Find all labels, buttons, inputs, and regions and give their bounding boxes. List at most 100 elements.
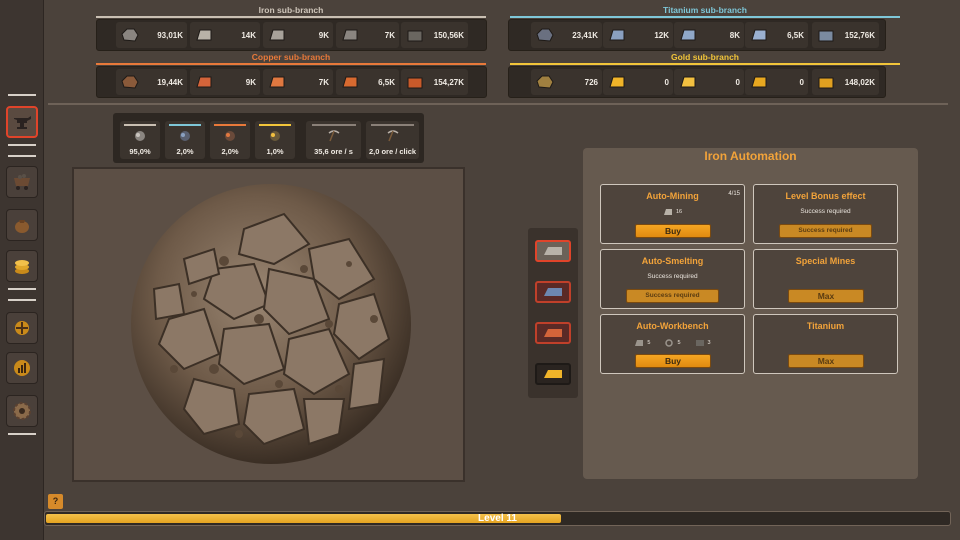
auto-workbench-buy-button[interactable]: Buy (635, 354, 711, 368)
resource-value: 19,44K (157, 77, 183, 87)
sidebar-divider (8, 155, 36, 157)
sidebar-item-settings[interactable] (6, 395, 38, 427)
cost-value: 16 (675, 209, 683, 215)
level-bonus-card: Level Bonus effect Success required Succ… (753, 184, 898, 244)
chance-value: 2,0% (176, 147, 194, 156)
gold-resource-item: 0 (603, 69, 673, 95)
titanium-branch-line (510, 16, 900, 18)
card-subtitle: Success required (800, 208, 851, 215)
help-button[interactable]: ? (48, 494, 63, 509)
pickaxe-icon (328, 130, 339, 142)
sidebar-divider (8, 299, 36, 301)
auto-mining-buy-button[interactable]: Buy (635, 224, 711, 238)
copper-branch-title: Copper sub-branch (251, 52, 331, 62)
sidebar-item-stats[interactable] (6, 352, 38, 384)
cost-value: 3 (707, 340, 711, 346)
level-bonus-button[interactable]: Success required (779, 224, 872, 238)
chance-gold: 1,0% (255, 121, 295, 159)
resource-value: 7K (318, 77, 329, 87)
chance-value: 1,0% (266, 147, 284, 156)
sidebar-item-coins[interactable] (6, 250, 38, 282)
chance-bar (214, 124, 246, 126)
sidebar-divider (8, 288, 36, 290)
titanium-ore-icon (536, 28, 554, 42)
copper-branch-line (96, 63, 486, 65)
automation-panel: Iron Automation Auto-Mining 4/15 16 Buy … (583, 148, 918, 479)
ore-rock[interactable] (74, 169, 463, 480)
automation-title: Iron Automation (704, 149, 797, 163)
auto-workbench-card: Auto-Workbench 5 5 3 Buy (600, 314, 745, 374)
select-iron-ingot[interactable] (535, 240, 571, 262)
gold-chest-icon (818, 77, 834, 89)
copper-ingot-icon (196, 76, 212, 88)
cost-item: 16 (663, 208, 682, 216)
sidebar-item-ore-bag[interactable] (6, 209, 38, 241)
gold-ingot-icon (609, 76, 625, 88)
sidebar-item-forge[interactable] (6, 106, 38, 138)
mining-area (72, 167, 465, 482)
iron-branch-line (96, 16, 486, 18)
titanium-resource-item: 152,76K (812, 22, 879, 48)
resource-value: 23,41K (572, 30, 598, 40)
titanium-resource-item: 8K (674, 22, 744, 48)
chance-bar (259, 124, 291, 126)
copper-resource-item: 19,44K (116, 69, 187, 95)
pickaxe-icon (387, 130, 398, 142)
top-divider (48, 103, 948, 105)
titanium-ingot-icon (609, 29, 625, 41)
iron-crate-icon (407, 30, 423, 42)
iron-resource-item: 14K (190, 22, 260, 48)
chance-value: 2,0% (221, 147, 239, 156)
card-title: Auto-Smelting (641, 256, 704, 266)
cost-value: 5 (647, 340, 651, 346)
iron-resource-item: 9K (263, 22, 333, 48)
resource-value: 7K (384, 30, 395, 40)
ingot-selector (528, 228, 578, 398)
card-title: Auto-Mining (646, 191, 699, 201)
iron-plate-icon (635, 340, 644, 346)
iron-resource-item: 93,01K (116, 22, 187, 48)
titanium-max-button[interactable]: Max (788, 354, 864, 368)
resource-value: 150,56K (433, 30, 464, 40)
rate-value: 35,6 ore / s (314, 147, 353, 156)
select-copper-ingot[interactable] (535, 322, 571, 344)
iron-ore-icon (135, 131, 145, 141)
resource-value: 154,27K (433, 77, 464, 87)
titanium-resource-item: 6,5K (745, 22, 808, 48)
select-gold-ingot[interactable] (535, 363, 571, 385)
copper-resource-item: 7K (263, 69, 333, 95)
special-mines-max-button[interactable]: Max (788, 289, 864, 303)
titanium-crate-icon (818, 30, 834, 42)
card-title: Titanium (806, 321, 845, 331)
iron-ingot-icon (544, 247, 562, 255)
iron-branch-title: Iron sub-branch (258, 5, 324, 15)
resource-value: 12K (654, 30, 669, 40)
card-count: 4/15 (728, 191, 740, 197)
copper-ore-icon (121, 75, 139, 89)
sidebar-item-research[interactable] (6, 312, 38, 344)
titanium-resource-bar: 23,41K 12K 8K 6,5K 152,76K (508, 19, 886, 51)
card-subtitle: Success required (647, 273, 698, 280)
gold-bar-icon (680, 76, 696, 88)
sidebar-divider (8, 94, 36, 96)
copper-wire-icon (269, 76, 285, 88)
titanium-unlock-card: Titanium Max (753, 314, 898, 374)
gold-key-icon (751, 76, 767, 88)
gold-branch-line (510, 63, 900, 65)
resource-value: 9K (318, 30, 329, 40)
resource-value: 726 (584, 77, 598, 87)
sidebar-item-mining[interactable] (6, 166, 38, 198)
gold-ore-icon (270, 131, 280, 141)
resource-value: 0 (664, 77, 669, 87)
auto-smelting-button[interactable]: Success required (626, 289, 719, 303)
select-titanium-ingot[interactable] (535, 281, 571, 303)
resource-value: 93,01K (157, 30, 183, 40)
copper-resource-item: 6,5K (336, 69, 399, 95)
resource-value: 0 (735, 77, 740, 87)
cost-item: 5 (664, 339, 681, 347)
gold-resource-item: 0 (745, 69, 808, 95)
gold-branch-title: Gold sub-branch (671, 52, 739, 62)
anvil-icon (14, 116, 31, 129)
card-title: Level Bonus effect (785, 191, 866, 201)
rate-per-click: 2,0 ore / click (366, 121, 419, 159)
